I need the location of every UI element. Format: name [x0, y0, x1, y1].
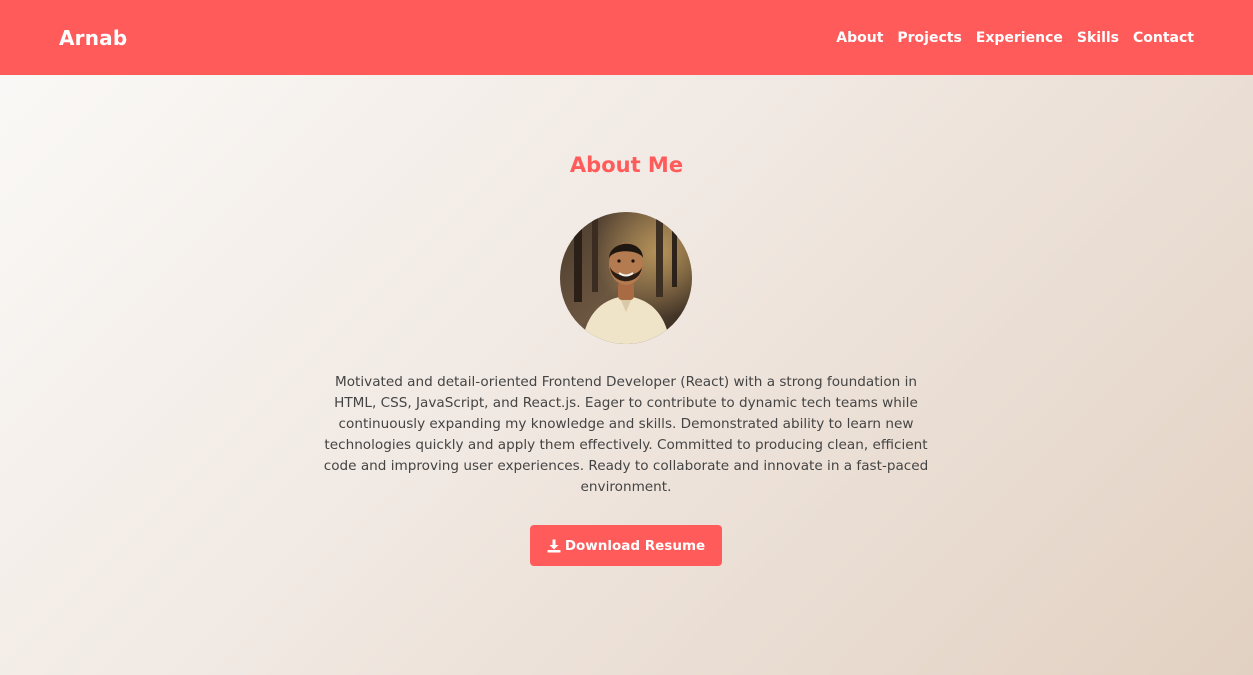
- profile-photo: [560, 212, 692, 344]
- about-section: About Me Motivated and detail-oriented F…: [0, 75, 1253, 675]
- top-navbar: Arnab About Projects Experience Skills C…: [0, 0, 1253, 75]
- about-title: About Me: [569, 153, 684, 177]
- nav-link-projects[interactable]: Projects: [897, 30, 961, 46]
- about-description: Motivated and detail-oriented Frontend D…: [323, 374, 929, 495]
- nav-link-experience[interactable]: Experience: [976, 30, 1063, 46]
- download-icon: [547, 539, 561, 552]
- brand-logo[interactable]: Arnab: [59, 26, 127, 50]
- profile-photo-image: [560, 212, 692, 344]
- download-resume-label: Download Resume: [564, 537, 706, 554]
- nav-link-skills[interactable]: Skills: [1077, 30, 1119, 46]
- nav-link-about[interactable]: About: [836, 30, 883, 46]
- download-resume-button[interactable]: Download Resume: [530, 525, 722, 566]
- nav-links: About Projects Experience Skills Contact: [836, 30, 1194, 46]
- nav-link-contact[interactable]: Contact: [1133, 30, 1194, 46]
